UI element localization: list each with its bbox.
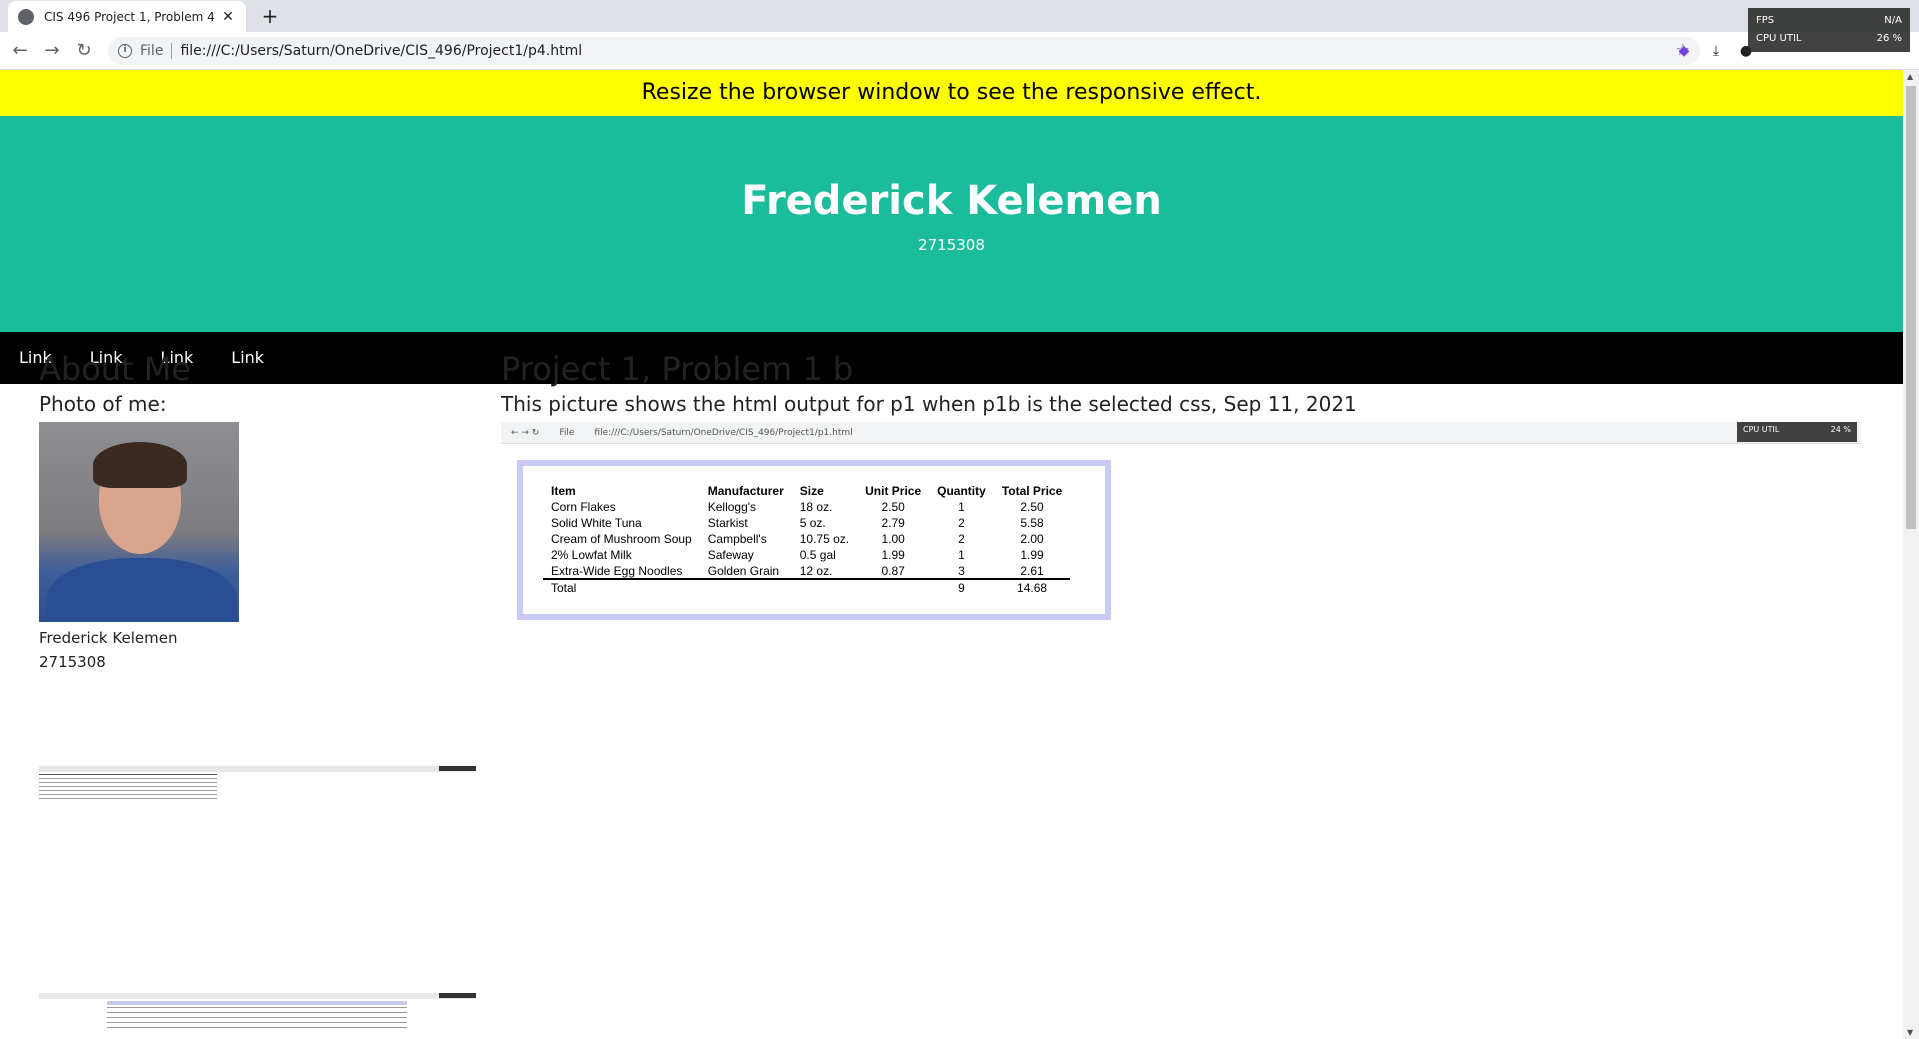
- total-label: Total: [543, 578, 700, 595]
- table-cell: 18 oz.: [799, 500, 833, 514]
- table-row: Extra-Wide Egg Noodles Golden Grain 12 o…: [543, 563, 1070, 579]
- table-cell: 10.75 oz.: [799, 532, 850, 546]
- table-cell: 5 oz.: [799, 516, 826, 530]
- profile-photo: [39, 422, 239, 622]
- screenshot-nav-icons: ← → ↻: [511, 427, 540, 438]
- back-icon[interactable]: ←: [8, 39, 32, 63]
- table-cell: 5.58: [1020, 516, 1044, 530]
- extension-icon[interactable]: ◆: [1674, 41, 1694, 61]
- screenshot-thumbnail: [39, 766, 476, 799]
- table-header-row: Item Manufacturer Size Unit Price Quanti…: [543, 482, 1070, 499]
- page-scrollbar[interactable]: ▲ ▼: [1903, 70, 1919, 1039]
- cpu-value: 26 %: [1876, 33, 1902, 44]
- fps-value: N/A: [1884, 15, 1902, 26]
- table-cell: Starkist: [707, 516, 748, 530]
- table-cell: 2.50: [1020, 500, 1044, 514]
- table-cell: Corn Flakes: [551, 500, 616, 514]
- table-cell: Solid White Tuna: [551, 516, 642, 530]
- table-row: Solid White Tuna Starkist 5 oz. 2.79 2 5…: [543, 515, 1070, 531]
- column-header: Quantity: [937, 483, 986, 498]
- table-cell: Safeway: [707, 548, 754, 562]
- scroll-down-icon[interactable]: ▼: [1907, 1028, 1915, 1037]
- table-cell: 12 oz.: [799, 563, 833, 578]
- browser-chrome: CIS 496 Project 1, Problem 4 ✕ + ← → ↻ i…: [0, 0, 1919, 70]
- table-cell: 3: [958, 563, 965, 578]
- output-screenshot: ← → ↻ File file:///C:/Users/Saturn/OneDr…: [501, 422, 1861, 622]
- table-cell: 2.61: [1020, 563, 1044, 578]
- responsive-banner: Resize the browser window to see the res…: [0, 70, 1903, 116]
- table-row: Cream of Mushroom Soup Campbell's 10.75 …: [543, 531, 1070, 547]
- tab-bar: CIS 496 Project 1, Problem 4 ✕ +: [0, 0, 1919, 32]
- table-cell: Kellogg's: [707, 500, 757, 514]
- url-text[interactable]: file:///C:/Users/Saturn/OneDrive/CIS_496…: [180, 43, 582, 59]
- screenshot-overlay: CPU UTIL 24 %: [1737, 422, 1857, 442]
- table-cell: 2: [958, 532, 965, 546]
- new-tab-button[interactable]: +: [258, 4, 282, 28]
- close-tab-icon[interactable]: ✕: [220, 9, 236, 25]
- profile-id: 2715308: [39, 653, 106, 671]
- table-cell: 0.87: [881, 563, 905, 578]
- table-cell: 1: [958, 548, 965, 562]
- about-heading: About Me: [39, 350, 192, 388]
- screenshot-address-bar: ← → ↻ File file:///C:/Users/Saturn/OneDr…: [501, 422, 1861, 444]
- column-header: Unit Price: [865, 483, 922, 498]
- column-header: Total Price: [1001, 483, 1063, 498]
- tab-title: CIS 496 Project 1, Problem 4: [44, 9, 215, 24]
- table-cell: 2: [958, 516, 965, 530]
- table-cell: 2.00: [1020, 532, 1044, 546]
- table-cell: 1.00: [881, 532, 905, 546]
- about-me-column: About Me Photo of me: Frederick Kelemen …: [39, 350, 476, 674]
- info-icon[interactable]: i: [118, 44, 132, 58]
- download-icon[interactable]: ⤓: [1706, 41, 1726, 61]
- table-cell: 2.79: [881, 516, 905, 530]
- profile-name: Frederick Kelemen: [39, 629, 178, 647]
- screenshot-cpu-value: 24 %: [1830, 425, 1851, 434]
- table-cell: Extra-Wide Egg Noodles: [551, 563, 683, 578]
- header-subtitle: 2715308: [918, 236, 985, 254]
- table-cell: Golden Grain: [707, 563, 780, 578]
- browser-tab[interactable]: CIS 496 Project 1, Problem 4 ✕: [8, 1, 246, 32]
- table-row: 2% Lowfat Milk Safeway 0.5 gal 1.99 1 1.…: [543, 547, 1070, 563]
- column-header: Manufacturer: [707, 483, 784, 498]
- screenshot-cpu-label: CPU UTIL: [1743, 425, 1780, 434]
- screenshot-url-scheme: File: [559, 427, 575, 438]
- table-row: Corn Flakes Kellogg's 18 oz. 2.50 1 2.50: [543, 499, 1070, 515]
- table-cell: 1.99: [881, 548, 905, 562]
- page-header: Frederick Kelemen 2715308: [0, 116, 1903, 332]
- project-caption: This picture shows the html output for p…: [501, 392, 1357, 416]
- address-bar[interactable]: i File file:///C:/Users/Saturn/OneDrive/…: [108, 37, 1700, 65]
- screenshot-thumbnail: [39, 993, 476, 1028]
- table-frame: Item Manufacturer Size Unit Price Quanti…: [517, 460, 1111, 620]
- performance-overlay: FPS N/A CPU UTIL 26 %: [1748, 8, 1910, 52]
- screenshot-url: file:///C:/Users/Saturn/OneDrive/CIS_496…: [594, 427, 853, 438]
- url-scheme: File: [140, 43, 173, 59]
- table-cell: Campbell's: [707, 532, 767, 546]
- browser-toolbar: ← → ↻ i File file:///C:/Users/Saturn/One…: [0, 32, 1919, 70]
- column-header: Item: [551, 483, 576, 498]
- table-cell: Cream of Mushroom Soup: [551, 532, 692, 546]
- photo-label: Photo of me:: [39, 392, 167, 416]
- header-title: Frederick Kelemen: [741, 178, 1162, 224]
- column-header: Size: [799, 483, 824, 498]
- table-total-row: Total 9 14.68: [543, 578, 1071, 595]
- table-cell: 2.50: [881, 500, 905, 514]
- table-cell: 2% Lowfat Milk: [551, 548, 632, 562]
- scrollbar-thumb[interactable]: [1906, 86, 1916, 529]
- fps-label: FPS: [1756, 15, 1775, 26]
- table-cell: 1.99: [1020, 548, 1044, 562]
- reload-icon[interactable]: ↻: [72, 39, 96, 63]
- project-heading: Project 1, Problem 1 b: [501, 350, 854, 388]
- forward-icon[interactable]: →: [40, 39, 64, 63]
- project-column: Project 1, Problem 1 b This picture show…: [501, 350, 1861, 622]
- total-price: 14.68: [993, 578, 1071, 595]
- scroll-up-icon[interactable]: ▲: [1907, 72, 1915, 81]
- globe-icon: [18, 8, 34, 25]
- table-cell: 1: [958, 500, 965, 514]
- total-quantity: 9: [929, 578, 994, 595]
- cpu-label: CPU UTIL: [1756, 33, 1802, 44]
- grocery-table: Item Manufacturer Size Unit Price Quanti…: [543, 482, 1071, 595]
- table-cell: 0.5 gal: [799, 548, 836, 562]
